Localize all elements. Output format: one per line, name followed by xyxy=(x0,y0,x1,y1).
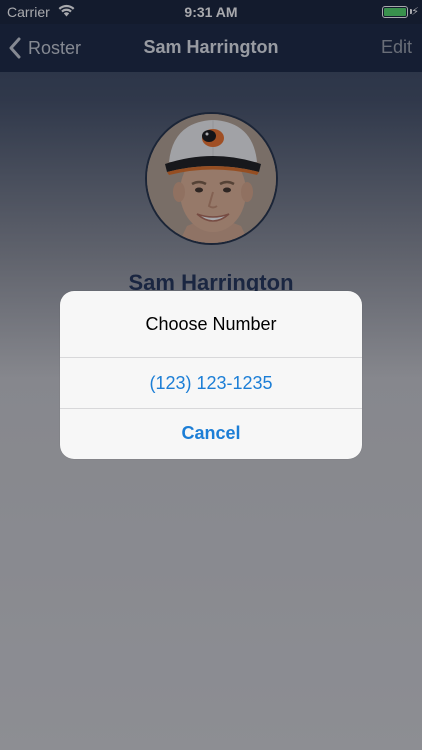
cancel-button[interactable]: Cancel xyxy=(60,408,362,458)
alert-title: Choose Number xyxy=(60,291,362,358)
choose-number-alert: Choose Number (123) 123-1235 Cancel xyxy=(60,291,362,459)
contact-screen: Carrier 9:31 AM ⚡ Roster Sam Harrington … xyxy=(0,0,422,750)
phone-number-option[interactable]: (123) 123-1235 xyxy=(60,358,362,408)
